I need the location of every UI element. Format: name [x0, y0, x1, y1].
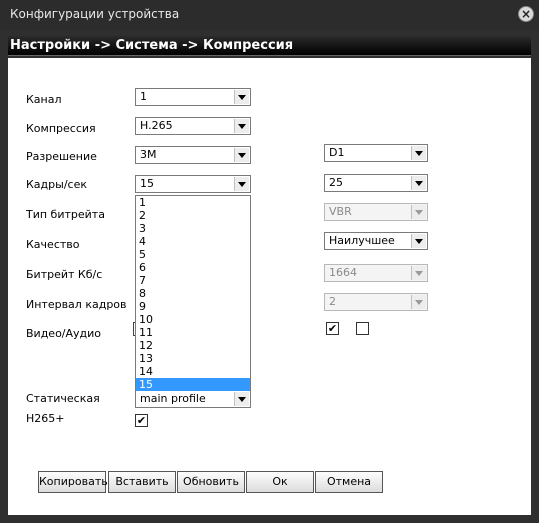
frame-interval-label: Интервал кадров — [26, 298, 127, 311]
channel-value: 1 — [140, 90, 147, 103]
video-audio-label: Видео/Аудио — [26, 327, 102, 340]
extra-resolution-value: D1 — [329, 146, 345, 159]
chevron-down-icon — [234, 119, 249, 133]
fps-label: Кадры/сек — [26, 178, 87, 191]
ok-button[interactable]: Ок — [246, 471, 314, 493]
chevron-down-icon — [234, 177, 249, 191]
fps-option[interactable]: 10 — [136, 313, 250, 326]
breadcrumb: Настройки -> Система -> Компрессия — [8, 36, 531, 56]
resolution-label: Разрешение — [26, 150, 97, 163]
resolution-select[interactable]: 3M — [135, 146, 251, 164]
fps-value: 15 — [140, 177, 154, 190]
extra-frame-interval-value: 2 — [329, 295, 336, 308]
fps-option[interactable]: 13 — [136, 352, 250, 365]
fps-option[interactable]: 4 — [136, 235, 250, 248]
h265plus-checkbox[interactable]: ✔ — [135, 414, 148, 427]
extra-quality-select[interactable]: Наилучшее — [324, 232, 428, 250]
device-config-window: Конфигурации устройства × Настройки -> С… — [0, 0, 539, 523]
chevron-down-icon — [411, 234, 426, 248]
chevron-down-icon — [411, 176, 426, 190]
static-label: Статическая — [26, 392, 100, 405]
chevron-down-icon — [411, 146, 426, 160]
fps-option[interactable]: 2 — [136, 209, 250, 222]
quality-label: Качество — [26, 238, 80, 251]
extra-audio-checkbox[interactable] — [356, 322, 369, 335]
fps-option[interactable]: 8 — [136, 287, 250, 300]
bitrate-type-label: Тип битрейта — [26, 208, 105, 221]
chevron-down-icon — [234, 392, 249, 406]
resolution-value: 3M — [140, 148, 157, 161]
chevron-down-icon — [411, 266, 426, 280]
fps-option[interactable]: 12 — [136, 339, 250, 352]
fps-option[interactable]: 6 — [136, 261, 250, 274]
close-icon[interactable]: × — [518, 6, 534, 22]
h265plus-label: H265+ — [26, 412, 65, 425]
static-value: main profile — [140, 392, 206, 405]
chevron-down-icon — [234, 90, 249, 104]
extra-bitrate-value: 1664 — [329, 266, 357, 279]
extra-quality-value: Наилучшее — [329, 234, 395, 247]
chevron-down-icon — [411, 295, 426, 309]
fps-select[interactable]: 15 — [135, 175, 251, 193]
extra-resolution-select[interactable]: D1 — [324, 144, 428, 162]
fps-dropdown-list[interactable]: 1 2 3 4 5 6 7 8 9 10 11 12 13 14 15 — [135, 195, 251, 391]
fps-option[interactable]: 5 — [136, 248, 250, 261]
fps-option[interactable]: 9 — [136, 300, 250, 313]
extra-bitrate-type-value: VBR — [329, 205, 352, 218]
extra-fps-select[interactable]: 25 — [324, 174, 428, 192]
extra-bitrate-type-select[interactable]: VBR — [324, 203, 428, 221]
extra-fps-value: 25 — [329, 176, 343, 189]
fps-option[interactable]: 1 — [136, 196, 250, 209]
extra-video-checkbox[interactable]: ✔ — [326, 322, 339, 335]
fps-option[interactable]: 11 — [136, 326, 250, 339]
copy-button[interactable]: Копировать — [38, 471, 108, 493]
compression-value: H.265 — [140, 119, 173, 132]
channel-select[interactable]: 1 — [135, 88, 251, 106]
extra-frame-interval-select[interactable]: 2 — [324, 293, 428, 311]
paste-button[interactable]: Вставить — [108, 471, 176, 493]
compression-label: Компрессия — [26, 122, 96, 135]
window-title: Конфигурации устройства — [10, 7, 180, 21]
channel-label: Канал — [26, 93, 62, 106]
compression-select[interactable]: H.265 — [135, 117, 251, 135]
title-bar: Конфигурации устройства × — [0, 0, 539, 30]
fps-option[interactable]: 7 — [136, 274, 250, 287]
chevron-down-icon — [234, 148, 249, 162]
cancel-button[interactable]: Отмена — [315, 471, 383, 493]
static-select[interactable]: main profile — [135, 390, 251, 408]
bitrate-label: Битрейт Кб/с — [26, 268, 103, 281]
chevron-down-icon — [411, 205, 426, 219]
fps-option[interactable]: 14 — [136, 365, 250, 378]
refresh-button[interactable]: Обновить — [177, 471, 245, 493]
extra-bitrate-select[interactable]: 1664 — [324, 264, 428, 282]
fps-option[interactable]: 3 — [136, 222, 250, 235]
fps-option[interactable]: 15 — [136, 378, 250, 391]
